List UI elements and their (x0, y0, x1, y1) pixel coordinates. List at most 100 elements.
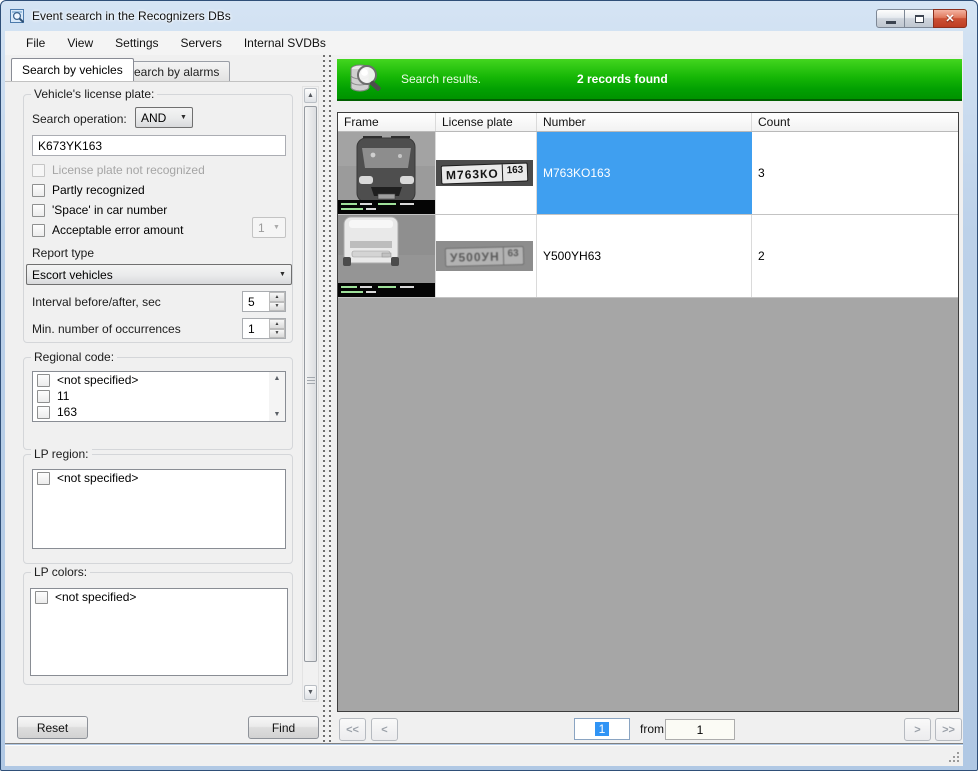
table-header: Frame License plate Number Count (338, 113, 958, 132)
lp-region-list: <not specified> (32, 469, 286, 549)
report-type-value: Escort vehicles (27, 268, 274, 282)
total-pages-field[interactable]: 1 (665, 719, 735, 740)
maximize-button[interactable] (905, 9, 933, 28)
close-button[interactable]: ✕ (933, 9, 967, 28)
list-item-label: 11 (57, 389, 69, 403)
spinner-up-icon[interactable]: ▲ (269, 319, 285, 329)
frame-cell[interactable] (338, 215, 436, 297)
number-cell-selected[interactable]: M763KO163 (537, 132, 752, 214)
table-row[interactable]: М763КО 163 M763KO163 3 (338, 132, 958, 215)
column-header-number[interactable]: Number (537, 113, 752, 131)
panel-scrollbar[interactable]: ▲ ▼ (302, 86, 319, 702)
plate-number-input[interactable]: K673YK163 (32, 135, 286, 156)
interval-spinner[interactable]: 5 ▲ ▼ (242, 291, 286, 312)
search-panel: Search by vehicles Search by alarms Vehi… (5, 55, 322, 743)
titlebar[interactable]: Event search in the Recognizers DBs ✕ (1, 1, 977, 31)
client-area: Search by vehicles Search by alarms Vehi… (5, 55, 963, 744)
number-cell[interactable]: Y500YH63 (537, 215, 752, 297)
chevron-down-icon: ▼ (274, 271, 291, 278)
license-plate-photo: У500УН 63 (436, 241, 533, 271)
checkbox-partly-recognized[interactable]: Partly recognized (32, 183, 145, 197)
splitter-dots (323, 55, 325, 743)
app-magnifier-icon (10, 8, 26, 24)
menu-file[interactable]: File (15, 33, 56, 53)
report-type-combobox[interactable]: Escort vehicles ▼ (26, 264, 292, 285)
prev-page-button[interactable]: < (371, 718, 398, 741)
interval-value: 5 (243, 292, 269, 311)
list-item-not-specified[interactable]: <not specified> (33, 372, 285, 388)
spinner-down-icon[interactable]: ▼ (269, 329, 285, 339)
list-item-163[interactable]: 163 (33, 404, 285, 420)
spinner-down-icon[interactable]: ▼ (269, 302, 285, 312)
list-item-not-specified[interactable]: <not specified> (31, 589, 287, 605)
checkbox-error-amount[interactable]: Acceptable error amount (32, 223, 183, 237)
list-item-not-specified[interactable]: <not specified> (33, 470, 285, 486)
checkbox-not-recognized[interactable]: License plate not recognized (32, 163, 205, 177)
regional-code-list: <not specified> 11 163 ▲ ▼ (32, 371, 286, 422)
tab-search-by-vehicles[interactable]: Search by vehicles (11, 58, 134, 81)
vehicles-tab-page: Vehicle's license plate: Search operatio… (5, 81, 322, 704)
plate-image-cell[interactable]: М763КО 163 (436, 132, 537, 214)
window-title: Event search in the Recognizers DBs (32, 9, 231, 23)
checkbox-label: Acceptable error amount (52, 223, 183, 237)
error-amount-combobox[interactable]: 1 ▼ (252, 217, 286, 238)
menu-servers[interactable]: Servers (170, 33, 233, 53)
panel-splitter[interactable] (322, 55, 332, 743)
scroll-down-icon[interactable]: ▼ (304, 685, 317, 700)
checkbox-box (32, 224, 45, 237)
app-window: Event search in the Recognizers DBs ✕ Fi… (0, 0, 978, 771)
close-icon: ✕ (945, 12, 954, 25)
resize-grip[interactable] (948, 751, 961, 764)
list-item-11[interactable]: 11 (33, 388, 285, 404)
column-header-license-plate[interactable]: License plate (436, 113, 537, 131)
list-scrollbar[interactable]: ▲ ▼ (269, 372, 285, 421)
results-panel: Search results. 2 records found Frame Li… (332, 55, 963, 743)
reset-button[interactable]: Reset (17, 716, 88, 739)
table-row[interactable]: У500УН 63 Y500YH63 2 (338, 215, 958, 298)
find-button[interactable]: Find (248, 716, 319, 739)
splitter-dots (329, 55, 331, 743)
minimize-button[interactable] (876, 9, 905, 28)
menu-internal-svdbs[interactable]: Internal SVDBs (233, 33, 337, 53)
plate-text: У500УН (446, 247, 503, 265)
last-page-button[interactable]: >> (935, 718, 962, 741)
lp-region-group: LP region: <not specified> (23, 454, 293, 564)
count-cell[interactable]: 3 (752, 132, 958, 214)
checkbox-box (32, 204, 45, 217)
page-number-input[interactable]: 1 (574, 718, 630, 740)
menu-settings[interactable]: Settings (104, 33, 169, 53)
status-bar (5, 745, 963, 766)
checkbox-label: License plate not recognized (52, 163, 205, 177)
banner-label: Search results. (401, 72, 481, 86)
error-amount-value: 1 (253, 221, 268, 235)
plate-image-cell[interactable]: У500УН 63 (436, 215, 537, 297)
next-page-button[interactable]: > (904, 718, 931, 741)
search-operation-value: AND (136, 111, 175, 125)
scrollbar-thumb[interactable] (304, 106, 317, 662)
min-occurrences-spinner[interactable]: 1 ▲ ▼ (242, 318, 286, 339)
interval-label: Interval before/after, sec (32, 295, 161, 309)
checkbox-label: 'Space' in car number (52, 203, 167, 217)
checkbox-space-in-number[interactable]: 'Space' in car number (32, 203, 167, 217)
search-operation-combobox[interactable]: AND ▼ (135, 107, 193, 128)
database-search-icon (347, 61, 385, 97)
menu-view[interactable]: View (56, 33, 104, 53)
min-occurrences-label: Min. number of occurrences (32, 322, 181, 336)
first-page-button[interactable]: << (339, 718, 366, 741)
scroll-up-icon[interactable]: ▲ (304, 88, 317, 103)
regional-code-title: Regional code: (31, 350, 117, 364)
restore-icon (915, 15, 924, 23)
checkbox-box (37, 472, 50, 485)
minimize-icon (886, 21, 896, 24)
regional-code-group: Regional code: <not specified> 11 163 (23, 357, 293, 450)
frame-cell[interactable] (338, 132, 436, 214)
column-header-frame[interactable]: Frame (338, 113, 436, 131)
scroll-down-icon[interactable]: ▼ (274, 408, 281, 421)
spinner-up-icon[interactable]: ▲ (269, 292, 285, 302)
column-header-count[interactable]: Count (752, 113, 958, 131)
results-banner: Search results. 2 records found (337, 59, 962, 101)
pagination-from-label: from (640, 722, 664, 736)
checkbox-box (32, 164, 45, 177)
scroll-up-icon[interactable]: ▲ (274, 372, 281, 385)
count-cell[interactable]: 2 (752, 215, 958, 297)
